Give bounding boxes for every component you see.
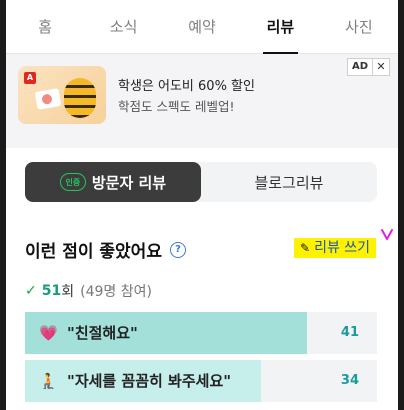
bee-illustration	[64, 78, 96, 118]
keyword-count-value: 41	[340, 325, 359, 340]
pencil-icon: ✎	[300, 241, 311, 255]
keyword-bar[interactable]: 🧎 "자세를 꼼꼼히 봐주세요" 34	[25, 360, 377, 402]
check-icon: ✓	[25, 283, 37, 299]
tab-review[interactable]: 리뷰	[241, 0, 319, 54]
write-review-label: 리뷰 쓰기	[314, 240, 371, 256]
write-review-button[interactable]: ✎ 리뷰 쓰기	[294, 238, 377, 258]
ad-banner[interactable]: A 학생은 어도비 60% 할인 학점도 스펙도 레벨업! AD ✕	[6, 54, 398, 138]
ad-title: 학생은 어도비 60% 할인	[118, 79, 255, 94]
count-number: 51	[41, 283, 62, 299]
count-unit: 회	[61, 284, 75, 300]
keyword-count-value: 34	[340, 373, 359, 388]
kneeling-person-icon: 🧎	[39, 372, 58, 390]
section-title-text: 이런 점이 좋았어요	[25, 242, 162, 262]
keyword-bar[interactable]: 💗 "친절해요" 41	[25, 312, 377, 354]
participant-count: (49명 참여)	[80, 284, 152, 300]
tab-home[interactable]: 홈	[6, 0, 84, 53]
receipt-verified-icon: 인증	[59, 173, 86, 191]
heart-icon: 💗	[39, 324, 58, 342]
keyword-count: ✓ 51 회 (49명 참여)	[25, 281, 152, 301]
blog-review-button[interactable]: 블로그리뷰	[201, 162, 377, 202]
ad-close-icon[interactable]: ✕	[373, 59, 389, 75]
review-type-toggle: 인증 방문자 리뷰 블로그리뷰	[25, 162, 377, 202]
blog-review-label: 블로그리뷰	[254, 173, 324, 192]
ad-label: AD	[348, 59, 373, 75]
keyword-text: "친절해요"	[67, 324, 138, 342]
ad-subtitle: 학점도 스펙도 레벨업!	[118, 99, 235, 114]
adobe-logo-icon: A	[24, 72, 36, 84]
ad-thumbnail: A	[18, 66, 106, 124]
tab-photo[interactable]: 사진	[320, 0, 398, 53]
ad-badge: AD ✕	[346, 58, 390, 76]
tab-booking[interactable]: 예약	[163, 0, 241, 53]
card-illustration	[34, 88, 62, 110]
keyword-text: "자세를 꼼꼼히 봐주세요"	[67, 372, 232, 390]
help-icon[interactable]: ?	[169, 241, 186, 258]
section-divider	[6, 138, 398, 148]
tab-bar: 홈 소식 예약 리뷰 사진	[6, 0, 398, 54]
annotation-mark-icon	[381, 229, 393, 240]
visitor-review-label: 방문자 리뷰	[91, 173, 167, 192]
tab-news[interactable]: 소식	[84, 0, 162, 53]
app-frame: 홈 소식 예약 리뷰 사진 A 학생은 어도비 60% 할인 학점도 스펙도 레…	[6, 0, 398, 410]
visitor-review-button[interactable]: 인증 방문자 리뷰	[25, 162, 201, 202]
section-title: 이런 점이 좋았어요 ?	[25, 237, 186, 262]
